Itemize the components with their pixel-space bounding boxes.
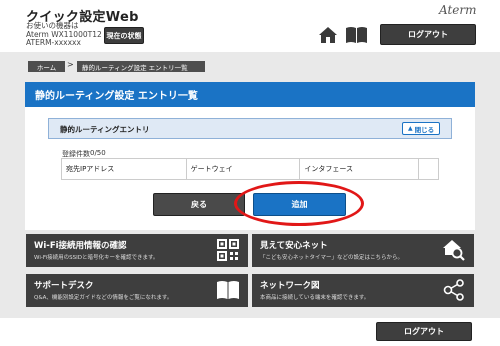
tile-support-desk[interactable]: サポートデスク Q&A、機能別設定ガイドなどの情報をご覧になれます。 xyxy=(26,274,248,307)
brand-logo: Aterm xyxy=(439,3,477,17)
chevron-up-icon: ▲ xyxy=(407,125,413,132)
header: クイック設定Web お使いの機器は Aterm WX11000T12 ATERM… xyxy=(0,0,500,52)
tile-safe-net[interactable]: 見えて安心ネット 「こども安心ネットタイマー」などの設定はこちらから。 xyxy=(252,234,474,267)
highlight-annotation xyxy=(234,181,364,226)
breadcrumb-home[interactable]: ホーム xyxy=(28,61,65,72)
back-button[interactable]: 戻る xyxy=(153,193,245,216)
tile-desc: Wi-Fi接続用のSSIDと暗号化キーを確認できます。 xyxy=(34,255,159,261)
current-status-button[interactable]: 現在の状態 xyxy=(104,27,144,44)
tile-title: ネットワーク図 xyxy=(260,281,320,291)
tile-title: Wi-Fi接続用情報の確認 xyxy=(34,241,127,251)
entry-count-value: 0/50 xyxy=(90,149,106,157)
manual-book-icon[interactable] xyxy=(345,26,368,44)
device-id: ATERM-xxxxxx xyxy=(26,38,81,47)
logout-button-bottom[interactable]: ログアウト xyxy=(376,322,472,341)
table-header-row: 宛先IPアドレス ゲートウェイ インタフェース xyxy=(61,158,439,180)
tile-network-map[interactable]: ネットワーク図 本商品に接続している端末を確認できます。 xyxy=(252,274,474,307)
entry-section-title: 静的ルーティングエントリ xyxy=(60,125,150,134)
breadcrumb-current: 静的ルーティング設定 エントリ一覧 xyxy=(77,61,205,72)
close-section-button[interactable]: ▲ 閉じる xyxy=(402,122,440,135)
tile-title: サポートデスク xyxy=(34,281,94,291)
book-icon xyxy=(217,281,239,299)
home-icon[interactable] xyxy=(318,26,338,44)
col-interface: インタフェース xyxy=(299,158,420,180)
device-label: お使いの機器は xyxy=(26,21,79,30)
tile-desc: 本商品に接続している端末を確認できます。 xyxy=(260,295,370,301)
tile-desc: Q&A、機能別設定ガイドなどの情報をご覧になれます。 xyxy=(34,295,173,301)
home-search-icon xyxy=(443,240,465,261)
col-actions xyxy=(418,158,439,180)
col-destination-ip: 宛先IPアドレス xyxy=(61,158,187,180)
tile-desc: 「こども安心ネットタイマー」などの設定はこちらから。 xyxy=(260,255,404,261)
qr-code-icon xyxy=(217,239,239,261)
logout-button[interactable]: ログアウト xyxy=(380,24,476,45)
close-section-label: 閉じる xyxy=(414,125,435,134)
breadcrumb-separator: > xyxy=(67,60,74,69)
tile-title: 見えて安心ネット xyxy=(260,241,328,251)
col-gateway: ゲートウェイ xyxy=(185,158,301,180)
network-icon xyxy=(443,279,464,301)
page-title: 静的ルーティング設定 エントリ一覧 xyxy=(25,82,475,107)
routing-table: 宛先IPアドレス ゲートウェイ インタフェース xyxy=(61,158,439,180)
tile-wifi-info[interactable]: Wi-Fi接続用情報の確認 Wi-Fi接続用のSSIDと暗号化キーを確認できます… xyxy=(26,234,248,267)
